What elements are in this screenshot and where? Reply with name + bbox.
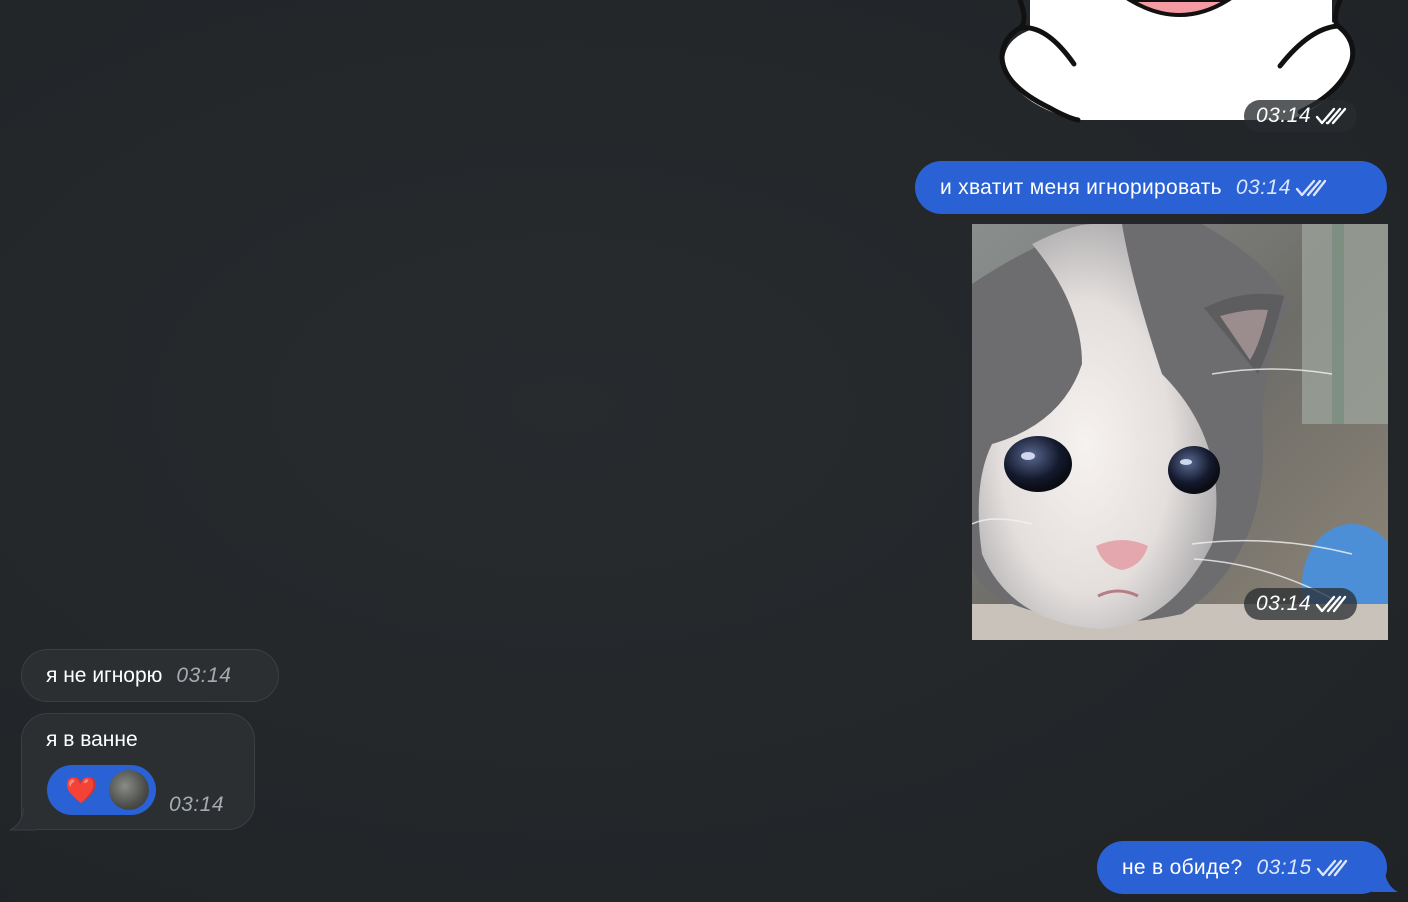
- photo-timestamp: 03:14: [1244, 588, 1358, 620]
- message-time: 03:15: [1256, 855, 1312, 879]
- bubble-tail: [9, 808, 36, 831]
- double-check-icon: [1316, 859, 1347, 876]
- message-time: 03:14: [1256, 104, 1312, 127]
- chat-view[interactable]: 03:14 и хватит меня игнорировать 03:14 0…: [0, 0, 1408, 902]
- double-check-icon: [1315, 595, 1347, 613]
- message-text: не в обиде?: [1122, 855, 1243, 879]
- message-time: 03:14: [1256, 592, 1312, 615]
- sticker-timestamp: 03:14: [1244, 100, 1358, 132]
- bubble-tail: [1372, 868, 1398, 892]
- outgoing-message[interactable]: не в обиде? 03:15: [1097, 841, 1387, 894]
- message-text: я не игнорю: [46, 663, 163, 687]
- kitten-photo: [972, 224, 1388, 640]
- double-check-icon: [1295, 179, 1327, 196]
- message-time: 03:14: [1235, 175, 1291, 199]
- double-check-icon: [1315, 107, 1347, 125]
- incoming-message[interactable]: я не игнорю 03:14: [21, 649, 279, 702]
- incoming-message[interactable]: я в ванне ❤️ 03:14: [21, 713, 255, 830]
- message-time: 03:14: [176, 663, 232, 687]
- reaction-pill[interactable]: ❤️: [47, 765, 156, 815]
- message-time: 03:14: [169, 793, 225, 816]
- photo-message[interactable]: [972, 224, 1388, 640]
- reactor-avatar: [109, 770, 149, 810]
- message-text: я в ванне: [46, 728, 138, 751]
- outgoing-message[interactable]: и хватит меня игнорировать 03:14: [915, 161, 1387, 214]
- message-text: и хватит меня игнорировать: [940, 175, 1222, 199]
- heart-reaction-icon: ❤️: [65, 775, 98, 805]
